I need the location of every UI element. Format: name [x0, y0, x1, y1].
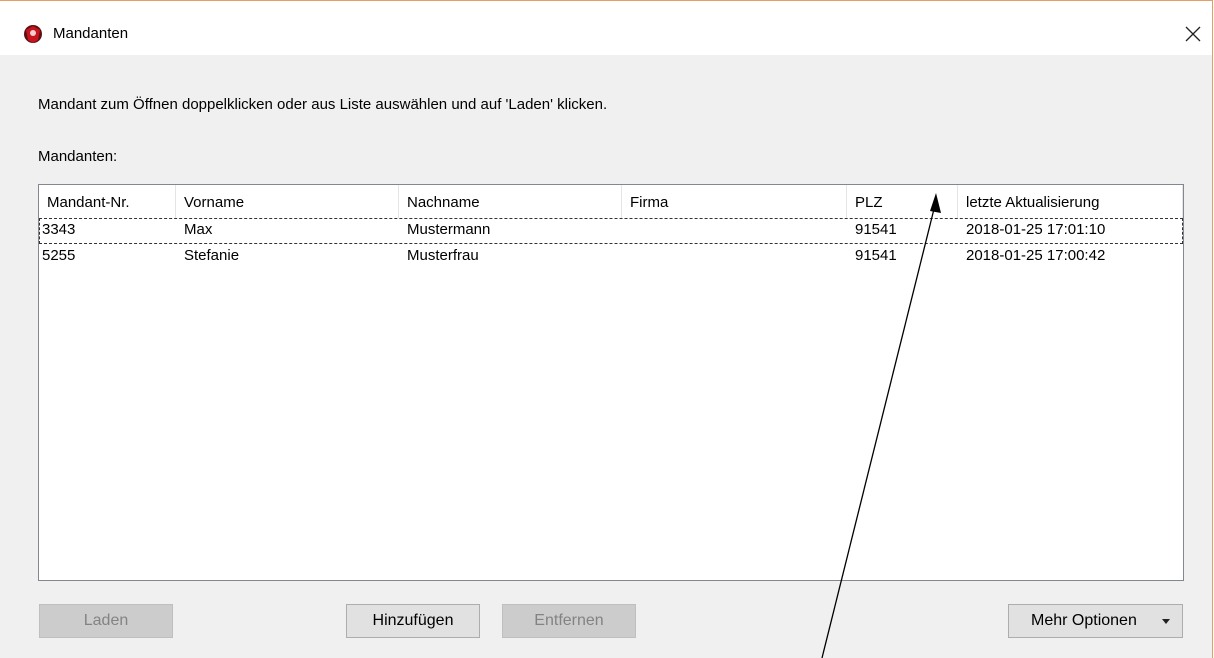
mandanten-list-label: Mandanten: [38, 148, 118, 165]
mandanten-app-icon [24, 25, 42, 43]
cell-vorname: Max [184, 221, 213, 238]
window-title: Mandanten [53, 25, 129, 42]
column-header-plz[interactable]: PLZ [847, 185, 958, 218]
chevron-down-icon [1162, 619, 1170, 624]
cell-mandant-nr: 3343 [42, 221, 76, 238]
mandanten-list[interactable]: Mandant-Nr. Vorname Nachname Firma PLZ l… [38, 184, 1184, 581]
title-bar: Mandanten [0, 1, 1212, 55]
close-button[interactable] [1176, 17, 1210, 51]
load-button[interactable]: Laden [39, 604, 173, 638]
close-icon [1185, 26, 1201, 42]
cell-letzte-aktualisierung: 2018-01-25 17:01:10 [966, 221, 1106, 238]
mandanten-dialog: Mandanten Mandant zum Öffnen doppelklick… [0, 0, 1213, 658]
cell-nachname: Mustermann [407, 221, 491, 238]
cell-firma [627, 244, 852, 270]
cell-mandant-nr: 5255 [42, 247, 76, 264]
cell-plz: 91541 [855, 221, 897, 238]
column-header-vorname[interactable]: Vorname [176, 185, 399, 218]
more-options-button[interactable]: Mehr Optionen [1008, 604, 1183, 638]
column-header-mandant-nr[interactable]: Mandant-Nr. [39, 185, 176, 218]
cell-nachname: Musterfrau [407, 247, 479, 264]
column-header-nachname[interactable]: Nachname [399, 185, 622, 218]
column-header-firma[interactable]: Firma [622, 185, 847, 218]
cell-vorname: Stefanie [184, 247, 240, 264]
column-header-letzte-aktualisierung[interactable]: letzte Aktualisierung [958, 185, 1183, 218]
remove-button[interactable]: Entfernen [502, 604, 636, 638]
more-options-label: Mehr Optionen [1031, 612, 1137, 629]
cell-letzte-aktualisierung: 2018-01-25 17:00:42 [966, 247, 1106, 264]
add-button[interactable]: Hinzufügen [346, 604, 480, 638]
list-header: Mandant-Nr. Vorname Nachname Firma PLZ l… [39, 185, 1183, 218]
table-row[interactable]: 5255 Stefanie Musterfrau 91541 2018-01-2… [39, 244, 1183, 270]
table-row[interactable]: 3343 Max Mustermann 91541 2018-01-25 17:… [39, 218, 1183, 244]
cell-firma [627, 218, 852, 244]
cell-plz: 91541 [855, 247, 897, 264]
instruction-text: Mandant zum Öffnen doppelklicken oder au… [38, 96, 608, 113]
